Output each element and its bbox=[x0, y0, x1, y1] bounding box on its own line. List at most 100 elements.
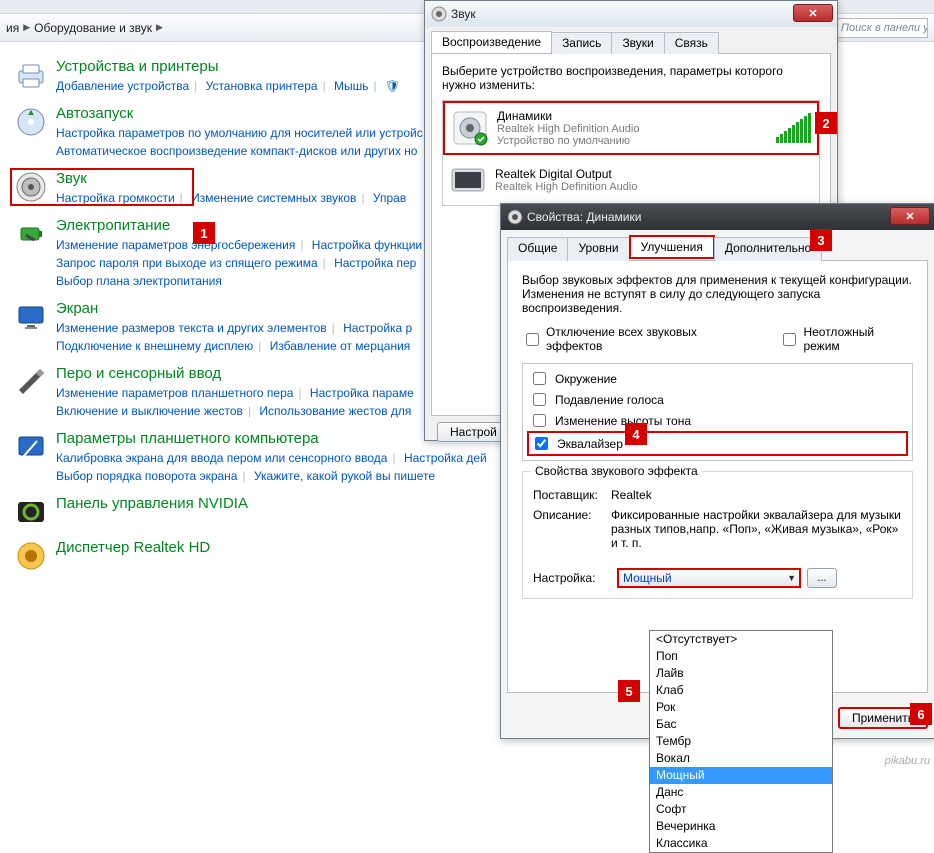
section-heading[interactable]: Перо и сенсорный ввод bbox=[56, 365, 414, 382]
preset-select[interactable]: Мощный▼ bbox=[617, 568, 801, 588]
titlebar[interactable]: Свойства: Динамики ✕ bbox=[501, 204, 934, 230]
tabs: Воспроизведение Запись Звуки Связь bbox=[431, 31, 831, 54]
effects-list: Окружение Подавление голоса Изменение вы… bbox=[522, 363, 913, 461]
link[interactable]: Включение и выключение жестов bbox=[56, 404, 243, 418]
link[interactable]: Выбор порядка поворота экрана bbox=[56, 469, 237, 483]
link[interactable]: Изменение параметров планшетного пера bbox=[56, 386, 293, 400]
annotation-badge-2: 2 bbox=[815, 112, 837, 134]
group-title: Свойства звукового эффекта bbox=[531, 464, 702, 478]
section-heading[interactable]: Электропитание bbox=[56, 217, 422, 234]
checkbox[interactable] bbox=[533, 393, 546, 406]
link[interactable]: Запрос пароля при выходе из спящего режи… bbox=[56, 256, 318, 270]
speaker-icon bbox=[431, 6, 447, 22]
fx-item[interactable]: Подавление голоса bbox=[527, 389, 908, 410]
checkbox[interactable] bbox=[533, 414, 546, 427]
link[interactable]: Калибровка экрана для ввода пером или се… bbox=[56, 451, 387, 465]
device-sub: Realtek High Definition Audio bbox=[495, 181, 637, 193]
link[interactable]: Установка принтера bbox=[206, 79, 318, 93]
dropdown-option[interactable]: Бас bbox=[650, 716, 832, 733]
section-heading[interactable]: Автозапуск bbox=[56, 105, 423, 122]
dropdown-option[interactable]: Клаб bbox=[650, 682, 832, 699]
link[interactable]: Настройка громкости bbox=[56, 191, 175, 205]
link[interactable]: Управ bbox=[373, 191, 406, 205]
search-input[interactable]: Поиск в панели у bbox=[836, 18, 928, 38]
device-speakers[interactable]: Динамики Realtek High Definition Audio У… bbox=[443, 101, 819, 155]
link[interactable]: Изменение параметров энергосбережения bbox=[56, 238, 295, 252]
dropdown-option[interactable]: Вокал bbox=[650, 750, 832, 767]
tab-advanced[interactable]: Дополнительно bbox=[714, 237, 822, 261]
dropdown-option[interactable]: Софт bbox=[650, 801, 832, 818]
link[interactable]: Мышь bbox=[334, 79, 369, 93]
window-title: Звук bbox=[451, 7, 476, 21]
breadcrumb-part[interactable]: ия bbox=[6, 21, 19, 35]
link[interactable]: Настройка функции bbox=[312, 238, 422, 252]
device-digital[interactable]: Realtek Digital Output Realtek High Defi… bbox=[443, 155, 819, 205]
titlebar[interactable]: Звук ✕ bbox=[425, 1, 837, 27]
immediate-mode-checkbox[interactable]: Неотложный режим bbox=[779, 325, 913, 353]
link[interactable]: Использование жестов для bbox=[259, 404, 411, 418]
link[interactable]: Настройка параме bbox=[310, 386, 414, 400]
instruction-text: Выберите устройство воспроизведения, пар… bbox=[442, 64, 820, 92]
pen-icon bbox=[14, 365, 48, 399]
more-button[interactable]: ... bbox=[807, 568, 837, 588]
tab-playback[interactable]: Воспроизведение bbox=[431, 31, 552, 53]
checkbox[interactable] bbox=[783, 333, 796, 346]
breadcrumb-part[interactable]: Оборудование и звук bbox=[34, 21, 152, 35]
dropdown-option[interactable]: Мощный bbox=[650, 767, 832, 784]
dropdown-option[interactable]: Вечеринка bbox=[650, 818, 832, 835]
link[interactable]: Настройка пер bbox=[334, 256, 416, 270]
close-button[interactable]: ✕ bbox=[793, 4, 833, 22]
link[interactable]: Настройка дей bbox=[404, 451, 487, 465]
device-list: Динамики Realtek High Definition Audio У… bbox=[442, 100, 820, 206]
section-heading[interactable]: Параметры планшетного компьютера bbox=[56, 430, 487, 447]
preset-dropdown[interactable]: <Отсутствует>ПопЛайвКлабРокБасТембрВокал… bbox=[649, 630, 833, 853]
fx-item[interactable]: Окружение bbox=[527, 368, 908, 389]
tab-sounds[interactable]: Звуки bbox=[611, 32, 664, 54]
close-button[interactable]: ✕ bbox=[890, 207, 930, 225]
link[interactable]: Автоматическое воспроизведение компакт-д… bbox=[56, 144, 417, 158]
device-default: Устройство по умолчанию bbox=[497, 135, 639, 147]
dropdown-option[interactable]: Лайв bbox=[650, 665, 832, 682]
link[interactable]: Избавление от мерцания bbox=[270, 339, 411, 353]
configure-button[interactable]: Настрой bbox=[437, 422, 510, 442]
link[interactable]: Настройка р bbox=[343, 321, 412, 335]
annotation-badge-5: 5 bbox=[618, 680, 640, 702]
tab-levels[interactable]: Уровни bbox=[567, 237, 629, 261]
link[interactable]: Настройка параметров по умолчанию для но… bbox=[56, 126, 423, 140]
link[interactable]: Выбор плана электропитания bbox=[56, 274, 222, 288]
section-heading[interactable]: Звук bbox=[56, 170, 406, 187]
section-heading[interactable]: Экран bbox=[56, 300, 412, 317]
tab-enhancements[interactable]: Улучшения bbox=[629, 235, 715, 259]
checkbox[interactable] bbox=[533, 372, 546, 385]
dropdown-option[interactable]: Тембр bbox=[650, 733, 832, 750]
fx-item[interactable]: Изменение высоты тона bbox=[527, 410, 908, 431]
link[interactable]: Изменение размеров текста и других элеме… bbox=[56, 321, 327, 335]
tab-comm[interactable]: Связь bbox=[664, 32, 719, 54]
link[interactable]: Укажите, какой рукой вы пишете bbox=[254, 469, 435, 483]
disable-all-checkbox[interactable]: Отключение всех звуковых эффектов bbox=[522, 325, 755, 353]
dropdown-option[interactable]: Классика bbox=[650, 835, 832, 852]
dropdown-option[interactable]: Поп bbox=[650, 648, 832, 665]
link[interactable]: Подключение к внешнему дисплею bbox=[56, 339, 253, 353]
dropdown-option[interactable]: <Отсутствует> bbox=[650, 631, 832, 648]
dropdown-option[interactable]: Рок bbox=[650, 699, 832, 716]
chevron-right-icon: ▶ bbox=[156, 22, 163, 33]
section-heading[interactable]: Диспетчер Realtek HD bbox=[56, 539, 210, 556]
tab-general[interactable]: Общие bbox=[507, 237, 568, 261]
checkbox[interactable] bbox=[526, 333, 539, 346]
checkbox[interactable] bbox=[535, 437, 548, 450]
tablet-icon bbox=[14, 430, 48, 464]
fx-item-equalizer[interactable]: Эквалайзер bbox=[527, 431, 908, 456]
dropdown-option[interactable]: Данс bbox=[650, 784, 832, 801]
link[interactable]: Изменение системных звуков bbox=[191, 191, 356, 205]
effect-properties-group: Свойства звукового эффекта Поставщик:Rea… bbox=[522, 471, 913, 599]
link[interactable]: Добавление устройства bbox=[56, 79, 189, 93]
section-links: Изменение параметров энергосбережения| Н… bbox=[56, 236, 422, 290]
window-title: Свойства: Динамики bbox=[527, 210, 641, 224]
vendor-label: Поставщик: bbox=[533, 488, 611, 502]
section-heading[interactable]: Устройства и принтеры bbox=[56, 58, 400, 75]
section-heading[interactable]: Панель управления NVIDIA bbox=[56, 495, 248, 512]
shield-icon: 🛡 bbox=[385, 79, 400, 93]
power-icon bbox=[14, 217, 48, 251]
tab-record[interactable]: Запись bbox=[551, 32, 612, 54]
